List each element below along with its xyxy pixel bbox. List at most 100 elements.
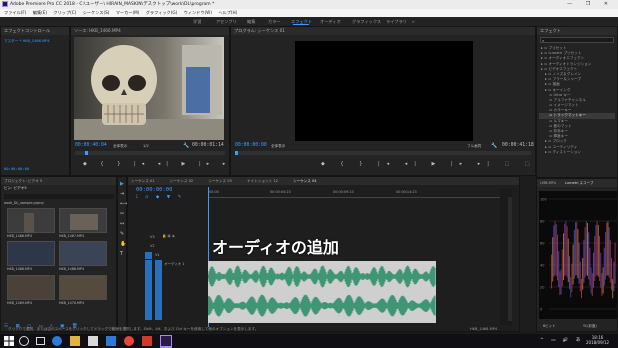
clip-thumbnail[interactable] <box>7 208 55 233</box>
timeline-tab[interactable]: ナイトショット 12 <box>247 179 278 183</box>
window-controls[interactable]: — ❐ ✕ <box>567 0 614 9</box>
search-icon: ⌕ <box>542 38 545 43</box>
menu-edit[interactable]: 編集(E) <box>33 10 47 15</box>
program-fit-select[interactable]: 全体表示 <box>271 144 285 149</box>
project-search-input[interactable] <box>4 194 114 199</box>
hand-tool-icon[interactable]: ✋ <box>120 241 126 247</box>
timeline-tab[interactable]: シーケンス 02 <box>170 179 194 183</box>
clip-thumbnail[interactable] <box>59 208 107 233</box>
pen-tool-icon[interactable]: ✎ <box>120 231 124 237</box>
timeline-tab[interactable]: シーケンス 03 <box>208 179 232 183</box>
workspace-bar: 学習 アセンブリ 編集 カラー エフェクト オーディオ グラフィックス ライブラ… <box>0 17 618 26</box>
wrench-icon[interactable]: 🔧 <box>183 143 189 149</box>
task-view-icon[interactable] <box>36 337 45 345</box>
scope-mode[interactable]: YC(彩度) <box>583 323 597 328</box>
program-scrub-bar[interactable] <box>235 151 531 155</box>
menu-window[interactable]: ウィンドウ(W) <box>184 10 212 15</box>
store-icon[interactable] <box>88 336 98 346</box>
menu-graphics[interactable]: グラフィック(G) <box>146 10 178 15</box>
clip-thumbnail[interactable] <box>59 241 107 266</box>
windows-start-icon[interactable] <box>4 336 14 346</box>
search-taskbar-icon[interactable] <box>19 336 29 346</box>
chrome-icon[interactable] <box>124 336 134 346</box>
effect-controls-tab[interactable]: エフェクトコントロール <box>1 27 69 35</box>
clock[interactable]: 18:16 2018/09/12 <box>586 335 609 345</box>
scope-trace <box>585 221 587 276</box>
scopes-tab-label[interactable]: LMB.MP4 <box>540 181 556 185</box>
timeline-timecode[interactable]: 00:00:00:00 <box>136 187 172 193</box>
explorer-icon[interactable] <box>70 336 80 346</box>
track-select-tool-icon[interactable]: ⇥ <box>120 191 124 197</box>
source-fit-select[interactable]: 全体表示 <box>113 144 127 149</box>
scope-trace <box>551 254 552 289</box>
razor-tool-icon[interactable]: ✂ <box>120 211 124 217</box>
workspace-libraries[interactable]: ライブラリ <box>386 17 407 26</box>
program-playhead[interactable] <box>235 151 238 155</box>
scope-trace <box>557 234 558 281</box>
timeline-tab-active[interactable]: シーケンス 04 <box>293 179 317 183</box>
scopes-tab-lumetri[interactable]: Lumetri スコープ <box>565 181 593 185</box>
menu-clip[interactable]: クリップ(C) <box>53 10 76 15</box>
program-monitor-panel: プログラム: シーケンス 01 00:00:00:00 全体表示 フル画質 🔧 … <box>230 26 551 176</box>
timeline-tool-icons[interactable]: ⟟ ∩ ◆ ▼ ✎ <box>136 194 184 200</box>
track-target-a1[interactable] <box>145 260 152 320</box>
clip-thumbnail[interactable] <box>7 241 55 266</box>
workspace-learn[interactable]: 学習 <box>193 17 201 26</box>
program-monitor-tab[interactable]: プログラム: シーケンス 01 <box>231 27 535 35</box>
project-tab[interactable]: プロジェクト: ビデオ 5 <box>4 179 42 183</box>
track-target-v1[interactable] <box>145 252 152 259</box>
workspace-edit[interactable]: 編集 <box>247 17 255 26</box>
program-ratio-select[interactable]: フル画質 <box>467 144 481 149</box>
workspace-graphics[interactable]: グラフィックス <box>352 17 381 26</box>
program-video-frame <box>295 41 473 141</box>
workspace-assembly[interactable]: アセンブリ <box>216 17 237 26</box>
scope-trace <box>570 277 572 298</box>
source-playhead[interactable] <box>85 151 88 155</box>
source-ratio-select[interactable]: 1/2 <box>143 144 149 148</box>
clip-thumbnail[interactable] <box>7 275 55 300</box>
project-bin-tab[interactable]: ビン: ビデオ5 <box>4 186 27 191</box>
acrobat-icon[interactable] <box>142 336 152 346</box>
type-tool-icon[interactable]: T <box>120 251 123 257</box>
scope-bit-depth[interactable]: 8ビット <box>543 323 555 328</box>
effects-tab[interactable]: エフェクト <box>537 27 617 35</box>
workspace-audio[interactable]: オーディオ <box>320 17 341 26</box>
effect-controls-timecode[interactable]: 00:00:00:00 <box>4 166 29 171</box>
timeline-scrollbar[interactable] <box>508 197 512 321</box>
menu-file[interactable]: ファイル(F) <box>4 10 26 15</box>
scope-trace <box>596 221 598 275</box>
source-scrub-bar[interactable] <box>75 151 225 155</box>
effects-list-item[interactable]: ▸ ▭ ディストーション <box>539 150 615 155</box>
program-wrench-icon[interactable]: 🔧 <box>491 143 497 149</box>
menu-sequence[interactable]: シーケンス(S) <box>83 10 110 15</box>
clip-thumbnail[interactable] <box>59 275 107 300</box>
scope-trace <box>571 263 573 293</box>
mail-icon[interactable] <box>106 336 116 346</box>
slip-tool-icon[interactable]: ↔ <box>120 221 124 227</box>
scope-trace <box>567 238 569 283</box>
edge-icon[interactable] <box>52 336 62 346</box>
source-timecode[interactable]: 00:00:40:04 <box>75 143 107 148</box>
source-monitor-tab[interactable]: ソース: HKB_1466.MP4 <box>71 27 229 35</box>
workspace-active-underline <box>293 24 309 25</box>
workspace-more[interactable]: » <box>412 17 415 26</box>
track-header-v1: V1 <box>136 251 208 260</box>
scope-trace <box>605 232 606 280</box>
audio-clip[interactable] <box>208 261 436 323</box>
menu-help[interactable]: ヘルプ(H) <box>218 10 237 15</box>
tray-icons[interactable]: ^ ▭ 🔊 あ <box>540 337 583 343</box>
track-lock-icon[interactable]: 🔒 ▣ ◉ <box>162 234 175 238</box>
premiere-taskbar-icon[interactable] <box>160 335 172 347</box>
menu-marker[interactable]: マーカー(M) <box>116 10 140 15</box>
program-transport-controls[interactable]: ◆ { } |◂ ◂| ▶ |▸ ▸| ⬚ ⬚ 📷 <box>321 161 558 167</box>
effects-panel: エフェクト ⌕ ▸ ▭ プリセット ▸ ▭ Lumetri プリセット ▸ ▭ オー… <box>536 26 618 178</box>
timeline-tab[interactable]: シーケンス 01 <box>131 179 155 183</box>
track-source-a1[interactable] <box>155 260 162 320</box>
program-timecode[interactable]: 00:00:00:00 <box>235 143 267 148</box>
effect-controls-clip-label[interactable]: マスター * HKB_1466.MP4 <box>4 39 50 44</box>
scope-trace <box>575 222 576 276</box>
workspace-color[interactable]: カラー <box>268 17 281 26</box>
scopes-tab: LMB.MP4 Lumetri スコープ <box>537 179 617 187</box>
selection-tool-icon[interactable]: ▶ <box>120 181 124 187</box>
effects-search-input[interactable]: ⌕ <box>540 37 614 43</box>
